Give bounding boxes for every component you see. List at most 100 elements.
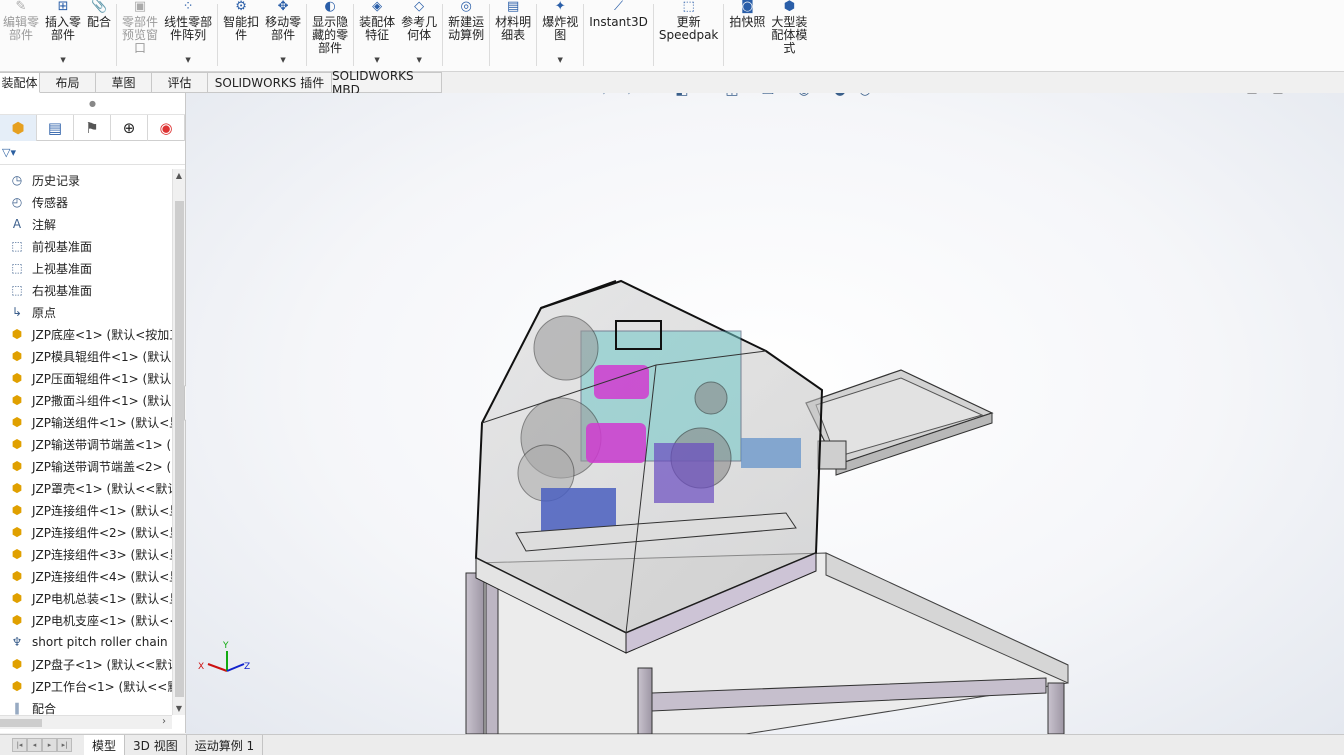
ribbon-btn-assembly-features[interactable]: ◈ 装配体 特征 ▼ xyxy=(356,0,398,70)
history-icon: ◷ xyxy=(11,173,23,187)
ribbon-btn-instant3d[interactable]: ⟋ Instant3D xyxy=(586,0,651,70)
first-tab-icon[interactable]: |◂ xyxy=(12,738,27,752)
chevron-down-icon[interactable]: ▼ xyxy=(557,56,562,64)
tree-item[interactable]: ⬢ JZP输送带调节端盖<1> ( xyxy=(0,433,172,455)
graphics-area[interactable]: ⌕⌕↶◧✐◫▼❒▼◉▼◕◓▼▭▼ ◧◨–❐ xyxy=(186,93,1344,734)
tree-item[interactable]: ⬢ JZP压面辊组件<1> (默认 xyxy=(0,367,172,389)
tree-item[interactable]: ⬚ 右视基准面 xyxy=(0,279,172,301)
tree-item[interactable]: ⬢ JZP底座<1> (默认<按加工 xyxy=(0,323,172,345)
tree-item[interactable]: ∥ 配合 xyxy=(0,697,172,715)
ribbon-btn-large-assembly[interactable]: ⬢ 大型装 配体模 式 xyxy=(768,0,810,70)
tree-item[interactable]: ⬚ 上视基准面 xyxy=(0,257,172,279)
tree-vertical-scrollbar[interactable]: ▲ ▼ xyxy=(172,169,185,715)
exploded-view-icon: ✦ xyxy=(554,0,566,14)
tree-item[interactable]: ⬢ JZP罩壳<1> (默认<<默认 xyxy=(0,477,172,499)
ribbon-btn-component-preview[interactable]: ▣ 零部件 预览窗 口 xyxy=(119,0,161,70)
tab-3[interactable]: 评估 xyxy=(152,72,208,93)
tab-4[interactable]: SOLIDWORKS 插件 xyxy=(208,72,332,93)
display-manager-icon[interactable]: ◉ xyxy=(148,115,185,141)
tree-item[interactable]: ◴ 传感器 xyxy=(0,191,172,213)
triad-z-label: Z xyxy=(244,662,250,672)
assembly-model[interactable]: X Y Z xyxy=(186,93,1344,734)
scroll-right-icon[interactable]: › xyxy=(162,716,166,727)
chevron-down-icon[interactable]: ▼ xyxy=(280,56,285,64)
ribbon-btn-smart-fasteners[interactable]: ⚙ 智能扣 件 xyxy=(220,0,262,70)
ribbon-btn-move-component[interactable]: ✥ 移动零 部件 ▼ xyxy=(262,0,304,70)
ribbon-btn-mate[interactable]: 📎 配合 xyxy=(84,0,114,70)
tree-item[interactable]: ⬢ JZP电机总装<1> (默认<显 xyxy=(0,587,172,609)
tree-item[interactable]: ⬢ JZP连接组件<2> (默认<显 xyxy=(0,521,172,543)
tree-item[interactable]: ⬢ JZP工作台<1> (默认<<默 xyxy=(0,675,172,697)
chevron-down-icon[interactable]: ▼ xyxy=(60,56,65,64)
bottom-tab-2[interactable]: 运动算例 1 xyxy=(187,735,264,755)
scroll-thumb[interactable] xyxy=(175,201,184,697)
tree-item-label: JZP压面辊组件<1> (默认 xyxy=(32,371,172,386)
next-tab-icon[interactable]: ▸ xyxy=(42,738,57,752)
bottom-tabs: 模型 3D 视图 运动算例 1 xyxy=(84,735,264,755)
tree-item[interactable]: ↳ 原点 xyxy=(0,301,172,323)
subassembly-icon: ⬢ xyxy=(11,679,23,693)
subassembly-icon: ⬢ xyxy=(11,393,23,407)
chevron-down-icon[interactable]: ▼ xyxy=(374,56,379,64)
subassembly-icon: ⬢ xyxy=(11,371,23,385)
ribbon-btn-show-hidden[interactable]: ◐ 显示隐 藏的零 部件 xyxy=(309,0,351,70)
tab-1[interactable]: 布局 xyxy=(40,72,96,93)
reference-geometry-icon: ◇ xyxy=(414,0,425,14)
prev-tab-icon[interactable]: ◂ xyxy=(27,738,42,752)
ribbon-btn-linear-pattern[interactable]: ⁘ 线性零部 件阵列 ▼ xyxy=(161,0,215,70)
panel-grip[interactable]: ● xyxy=(0,93,185,115)
bottom-tab-0[interactable]: 模型 xyxy=(84,735,126,755)
dimxpert-icon[interactable]: ⊕ xyxy=(111,115,148,141)
feature-manager-icon[interactable]: ⬢ xyxy=(0,115,37,141)
ribbon-label: 爆炸视 图 xyxy=(542,15,579,42)
filter-bar[interactable]: ▽▾ xyxy=(0,141,185,165)
tree-item[interactable]: ⬢ JZP输送组件<1> (默认<显 xyxy=(0,411,172,433)
tray[interactable] xyxy=(805,369,994,476)
ribbon-label: 新建运 动算例 xyxy=(448,15,485,42)
tree-item[interactable]: ⬢ JZP连接组件<4> (默认<显 xyxy=(0,565,172,587)
tree-item-label: JZP盘子<1> (默认<<默认 xyxy=(32,657,172,672)
hscroll-thumb[interactable] xyxy=(0,719,42,727)
tree-item-label: 原点 xyxy=(32,305,57,320)
tree-item[interactable]: ◷ 历史记录 xyxy=(0,169,172,191)
tree-item[interactable]: ♆ short pitch roller chain w xyxy=(0,631,172,653)
tree-horizontal-scrollbar[interactable]: › xyxy=(0,715,172,729)
subassembly-icon: ⬢ xyxy=(11,613,23,627)
ribbon-btn-bom[interactable]: ▤ 材料明 细表 xyxy=(492,0,534,70)
tree-item[interactable]: ⬢ JZP电机支座<1> (默认<< xyxy=(0,609,172,631)
ribbon-btn-edit-component[interactable]: ✎ 编辑零 部件 xyxy=(0,0,42,70)
subassembly-icon: ⬢ xyxy=(11,459,23,473)
tree-item[interactable]: ⬢ JZP输送带调节端盖<2> ( xyxy=(0,455,172,477)
tree-item[interactable]: A 注解 xyxy=(0,213,172,235)
ribbon-separator xyxy=(116,4,118,66)
tree-item[interactable]: ⬢ JZP撒面斗组件<1> (默认 xyxy=(0,389,172,411)
ribbon-btn-motion-study[interactable]: ◎ 新建运 动算例 xyxy=(445,0,487,70)
subassembly-icon: ⬢ xyxy=(11,327,23,341)
scroll-up-icon[interactable]: ▲ xyxy=(173,169,185,182)
tree-item-label: JZP工作台<1> (默认<<默 xyxy=(32,679,172,694)
ribbon-btn-snapshot[interactable]: ◙ 拍快照 xyxy=(726,0,768,70)
chevron-down-icon[interactable]: ▼ xyxy=(185,56,190,64)
tree-item[interactable]: ⬢ JZP模具辊组件<1> (默认 xyxy=(0,345,172,367)
move-component-icon: ✥ xyxy=(277,0,289,14)
scroll-down-icon[interactable]: ▼ xyxy=(173,702,185,715)
tree-item[interactable]: ⬢ JZP连接组件<3> (默认<显 xyxy=(0,543,172,565)
tab-2[interactable]: 草图 xyxy=(96,72,152,93)
ribbon-btn-reference-geometry[interactable]: ◇ 参考几 何体 ▼ xyxy=(398,0,440,70)
tree-item-label: 注解 xyxy=(32,217,57,232)
property-manager-icon[interactable]: ▤ xyxy=(37,115,74,141)
ribbon-btn-speedpak[interactable]: ⬚ 更新 Speedpak xyxy=(656,0,722,70)
filter-icon[interactable]: ▽▾ xyxy=(2,146,16,159)
ribbon-btn-exploded-view[interactable]: ✦ 爆炸视 图 ▼ xyxy=(539,0,581,70)
tab-5[interactable]: SOLIDWORKS MBD xyxy=(332,69,442,97)
last-tab-icon[interactable]: ▸| xyxy=(57,738,72,752)
tree-item-label: JZP电机总装<1> (默认<显 xyxy=(32,591,172,606)
tree-item[interactable]: ⬚ 前视基准面 xyxy=(0,235,172,257)
tree-item[interactable]: ⬢ JZP连接组件<1> (默认<显 xyxy=(0,499,172,521)
bottom-tab-1[interactable]: 3D 视图 xyxy=(125,735,187,755)
configuration-manager-icon[interactable]: ⚑ xyxy=(74,115,111,141)
tree-item[interactable]: ⬢ JZP盘子<1> (默认<<默认 xyxy=(0,653,172,675)
chevron-down-icon[interactable]: ▼ xyxy=(416,56,421,64)
tab-0[interactable]: 装配体 xyxy=(0,72,40,93)
ribbon-btn-insert-component[interactable]: ⊞ 插入零 部件 ▼ xyxy=(42,0,84,70)
